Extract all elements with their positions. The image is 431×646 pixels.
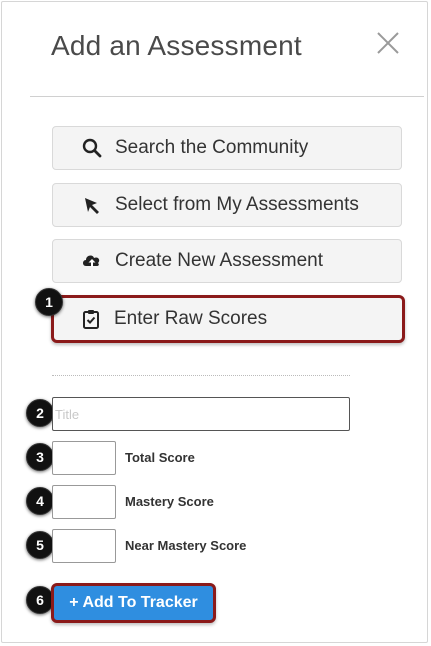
callout-badge-2: 2	[26, 399, 54, 427]
near-mastery-score-label: Near Mastery Score	[125, 538, 247, 553]
option-label: Enter Raw Scores	[114, 308, 268, 329]
total-score-label: Total Score	[125, 450, 195, 465]
add-to-tracker-button[interactable]: + Add To Tracker	[51, 583, 216, 623]
cursor-arrow-icon	[81, 194, 103, 216]
header-divider	[30, 96, 424, 97]
callout-badge-4: 4	[26, 487, 54, 515]
near-mastery-score-input[interactable]	[52, 529, 116, 563]
option-label: Create New Assessment	[115, 250, 324, 271]
mastery-score-input[interactable]	[52, 485, 116, 519]
search-community-button[interactable]: Search the Community	[52, 126, 402, 170]
clipboard-check-icon	[80, 308, 102, 330]
select-my-assessments-button[interactable]: Select from My Assessments	[52, 183, 402, 227]
callout-badge-6: 6	[26, 586, 54, 614]
section-divider	[52, 375, 350, 376]
close-icon[interactable]	[376, 31, 400, 55]
callout-badge-5: 5	[26, 531, 54, 559]
callout-badge-1: 1	[35, 288, 63, 316]
enter-raw-scores-button[interactable]: Enter Raw Scores	[51, 295, 405, 343]
option-label: Select from My Assessments	[115, 194, 359, 215]
callout-badge-3: 3	[26, 443, 54, 471]
dialog-title: Add an Assessment	[51, 30, 302, 61]
title-input[interactable]	[52, 397, 350, 431]
total-score-input[interactable]	[52, 441, 116, 475]
cloud-upload-icon	[81, 250, 103, 272]
mastery-score-label: Mastery Score	[125, 494, 214, 509]
create-new-assessment-button[interactable]: Create New Assessment	[52, 239, 402, 283]
search-icon	[81, 137, 103, 159]
option-label: Search the Community	[115, 137, 309, 158]
